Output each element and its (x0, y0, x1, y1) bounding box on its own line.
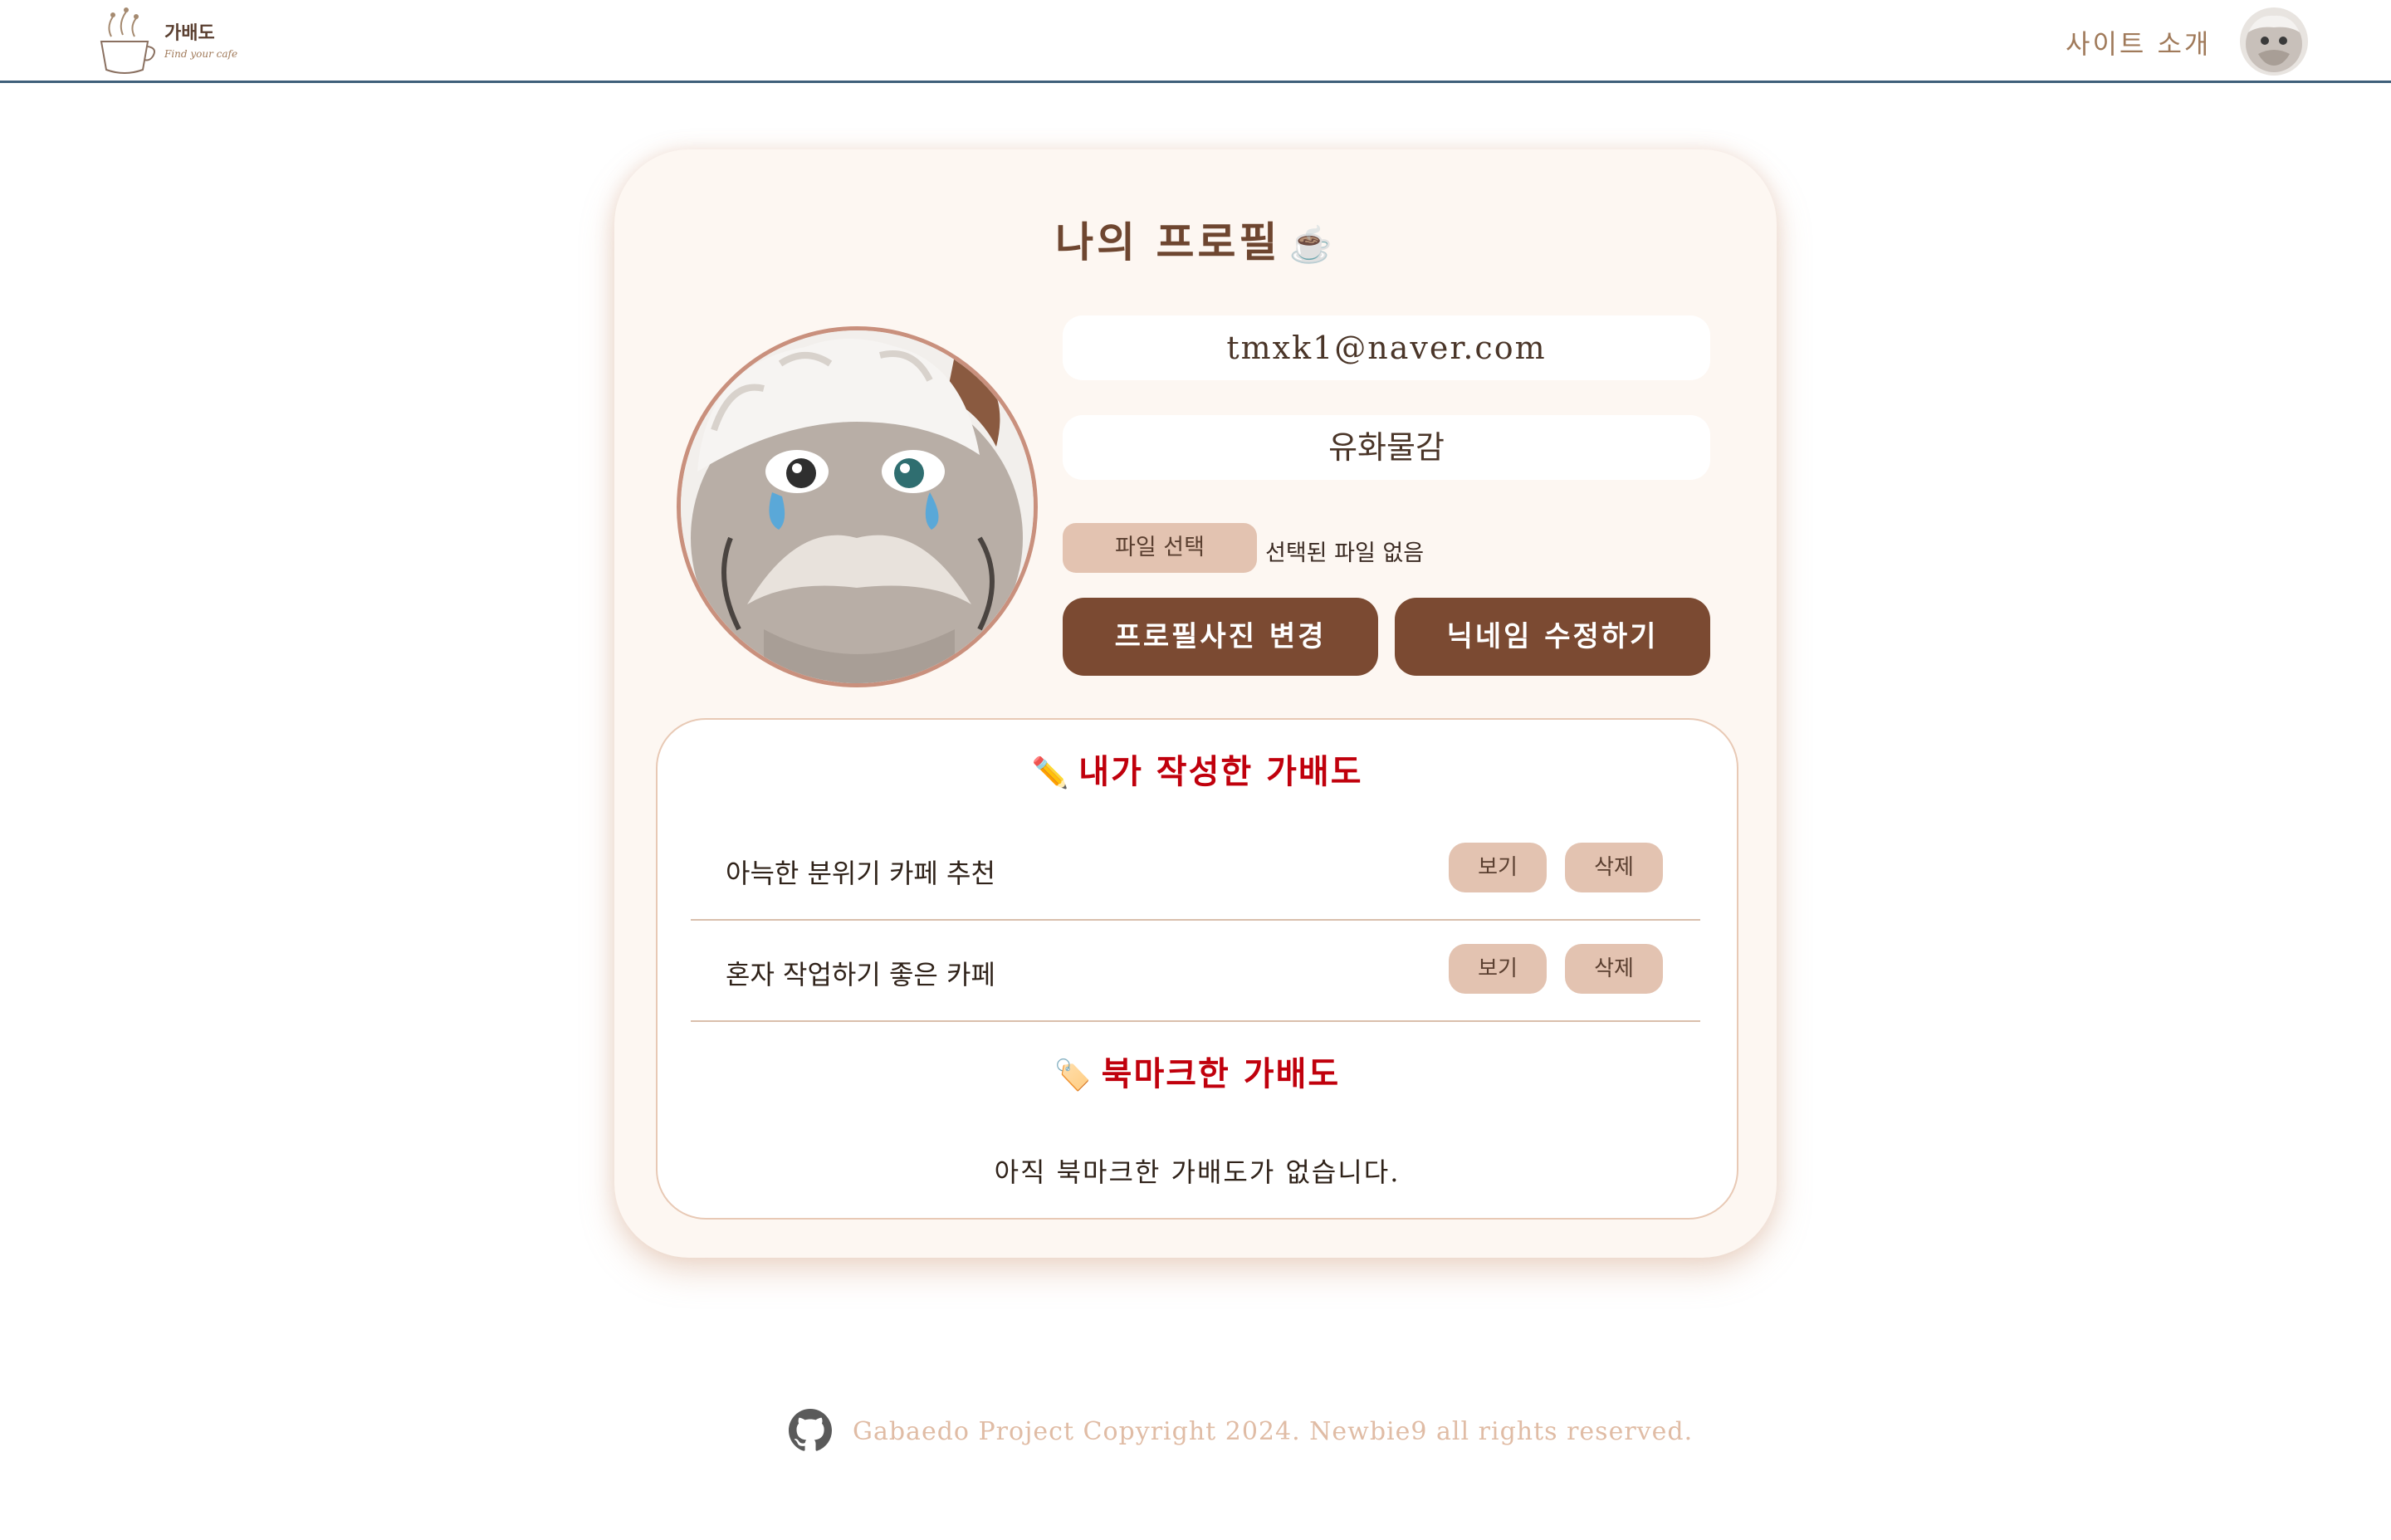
logo-subtitle: Find your cafe (164, 48, 238, 60)
bookmark-tag-icon: 🏷️ (1054, 1058, 1093, 1093)
profile-title-text: 나의 프로필 (1055, 218, 1281, 266)
bookmarks-heading: 🏷️ 북마크한 가배도 (658, 1047, 1737, 1095)
pencil-icon: ✏️ (1031, 755, 1071, 790)
profile-card: 나의 프로필 ☕ tmxk1@naver.com 유화물감 파일 선택 선택된 파… (614, 149, 1777, 1258)
coffee-cup-logo-icon (100, 7, 155, 74)
email-field: tmxk1@naver.com (1063, 315, 1710, 380)
file-status-text: 선택된 파일 없음 (1265, 540, 1425, 566)
my-posts-heading: ✏️ 내가 작성한 가배도 (658, 745, 1737, 793)
github-icon[interactable] (789, 1409, 832, 1452)
change-photo-button[interactable]: 프로필사진 변경 (1063, 598, 1378, 676)
file-select-button[interactable]: 파일 선택 (1063, 523, 1257, 573)
post-title[interactable]: 혼자 작업하기 좋은 카페 (726, 954, 995, 992)
posts-panel: ✏️ 내가 작성한 가배도 아늑한 분위기 카페 추천 보기 삭제 혼자 작업하기… (656, 718, 1738, 1220)
coffee-cup-icon: ☕ (1288, 224, 1336, 265)
post-row: 아늑한 분위기 카페 추천 보기 삭제 (691, 819, 1700, 921)
view-post-button[interactable]: 보기 (1449, 843, 1547, 892)
bookmarks-title: 북마크한 가배도 (1101, 1054, 1341, 1093)
edit-nickname-button[interactable]: 닉네임 수정하기 (1395, 598, 1710, 676)
profile-photo-image-icon (681, 330, 1034, 683)
footer-copyright: Gabaedo Project Copyright 2024. Newbie9 … (853, 1417, 1694, 1446)
post-title[interactable]: 아늑한 분위기 카페 추천 (726, 853, 995, 891)
delete-post-button[interactable]: 삭제 (1565, 944, 1663, 994)
profile-title: 나의 프로필 ☕ (614, 209, 1777, 269)
view-post-button[interactable]: 보기 (1449, 944, 1547, 994)
bookmarks-empty-message: 아직 북마크한 가배도가 없습니다. (994, 1156, 1401, 1188)
top-header: 가배도 Find your cafe 사이트 소개 (0, 0, 2391, 83)
my-posts-title: 내가 작성한 가배도 (1078, 752, 1363, 791)
nav-about-link[interactable]: 사이트 소개 (2066, 23, 2211, 61)
user-avatar[interactable] (2240, 7, 2308, 76)
nickname-field[interactable]: 유화물감 (1063, 415, 1710, 480)
profile-photo (677, 326, 1038, 687)
avatar-image-icon (2240, 7, 2308, 76)
delete-post-button[interactable]: 삭제 (1565, 843, 1663, 892)
site-logo[interactable]: 가배도 Find your cafe (93, 3, 242, 76)
post-row: 혼자 작업하기 좋은 카페 보기 삭제 (691, 921, 1700, 1022)
logo-title: 가배도 (164, 22, 215, 44)
